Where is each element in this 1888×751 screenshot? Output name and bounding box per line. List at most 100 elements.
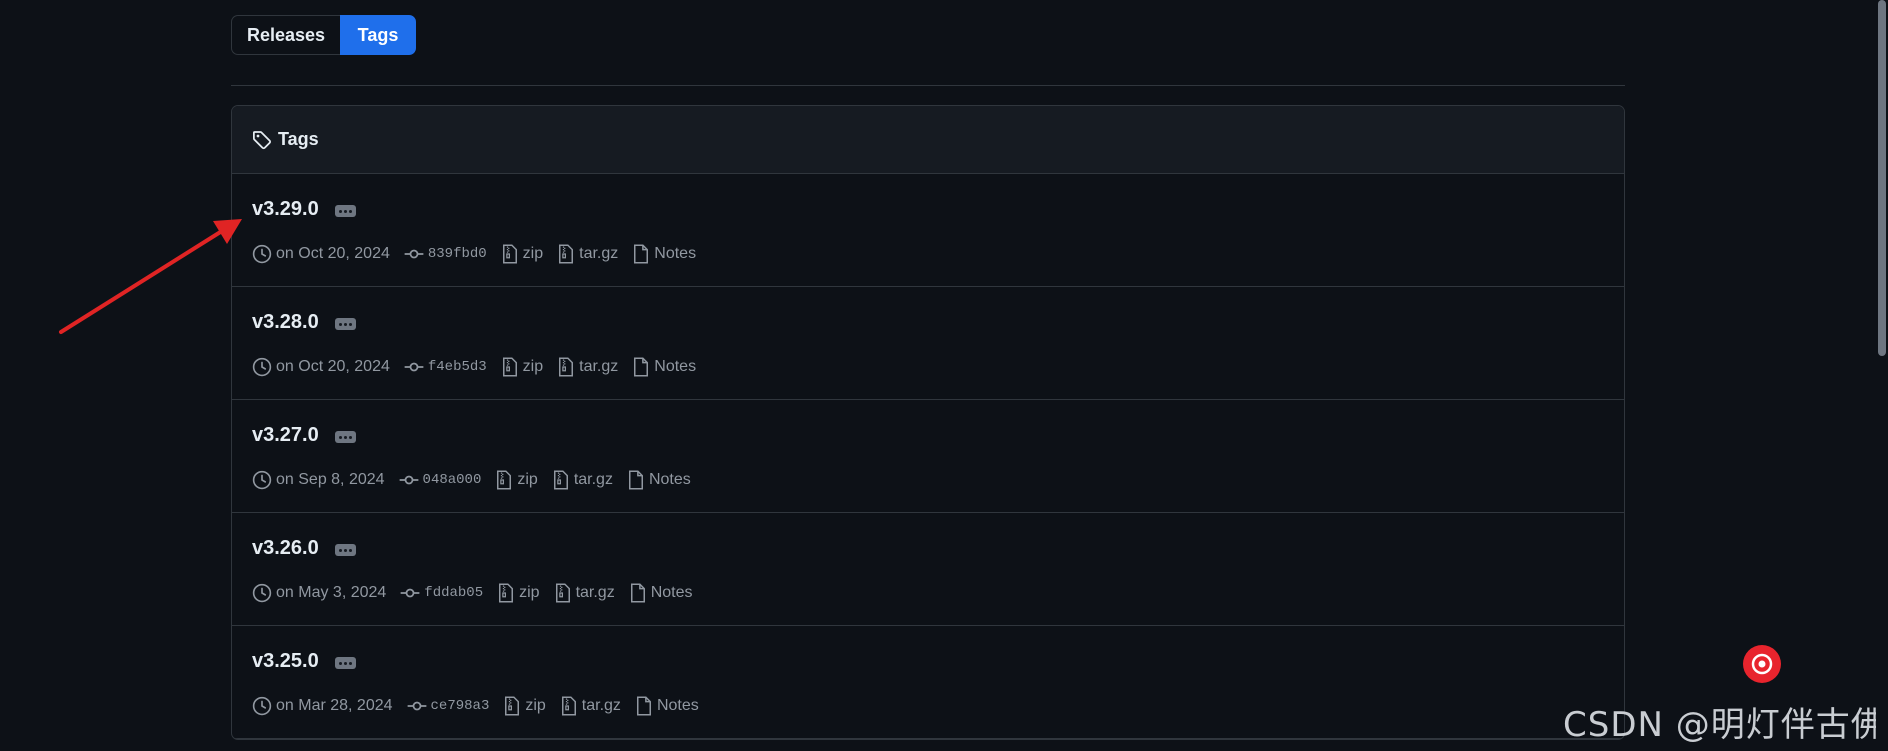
clock-icon: [252, 696, 272, 716]
tags-tab[interactable]: Tags: [340, 15, 416, 55]
tag-targz-link[interactable]: tar.gz: [552, 470, 613, 490]
tag-commit-link[interactable]: fddab05: [400, 583, 483, 603]
watermark: CSDN @明灯伴古佛: [1563, 705, 1886, 745]
tag-targz-link[interactable]: tar.gz: [557, 244, 618, 264]
git-commit-icon: [404, 362, 424, 372]
tag-targz-label[interactable]: tar.gz: [576, 584, 615, 602]
tag-commit-link[interactable]: 839fbd0: [404, 244, 487, 264]
tag-targz-label[interactable]: tar.gz: [579, 358, 618, 376]
tag-notes-link[interactable]: Notes: [632, 357, 696, 377]
file-zip-icon: [559, 244, 574, 264]
file-icon: [634, 357, 649, 377]
tag-row: v3.27.0 on Sep 8, 2024 048a000 zip tar.g…: [232, 400, 1624, 513]
tag-zip-label[interactable]: zip: [523, 358, 543, 376]
tag-targz-link[interactable]: tar.gz: [557, 357, 618, 377]
file-zip-icon: [561, 696, 576, 716]
tag-zip-link[interactable]: zip: [497, 583, 540, 603]
tag-meta: on Sep 8, 2024 048a000 zip tar.gz Notes: [252, 470, 705, 490]
tag-name-link[interactable]: v3.27.0: [252, 424, 319, 447]
tag-targz-label[interactable]: tar.gz: [574, 471, 613, 489]
tag-zip-link[interactable]: zip: [495, 470, 538, 490]
file-icon: [630, 583, 645, 603]
scrollbar-thumb[interactable]: [1878, 0, 1886, 356]
tag-targz-label[interactable]: tar.gz: [582, 697, 621, 715]
file-icon: [628, 470, 643, 490]
file-zip-icon: [502, 244, 517, 264]
git-commit-icon: [400, 588, 420, 598]
divider: [231, 85, 1625, 86]
tag-zip-link[interactable]: zip: [503, 696, 546, 716]
file-zip-icon: [497, 470, 512, 490]
tag-commit-link[interactable]: f4eb5d3: [404, 357, 487, 377]
tag-notes-label[interactable]: Notes: [657, 697, 699, 715]
tag-date-text: on Mar 28, 2024: [276, 697, 393, 714]
file-zip-icon: [505, 696, 520, 716]
tag-name-link[interactable]: v3.25.0: [252, 650, 319, 673]
file-zip-icon: [553, 470, 568, 490]
tag-commit-link[interactable]: 048a000: [399, 470, 482, 490]
tag-meta: on May 3, 2024 fddab05 zip tar.gz Notes: [252, 583, 707, 603]
releases-tab[interactable]: Releases: [231, 15, 340, 55]
tags-box-header: Tags: [232, 106, 1624, 174]
tag-targz-link[interactable]: tar.gz: [560, 696, 621, 716]
tag-icon: [253, 130, 271, 149]
tag-name-link[interactable]: v3.28.0: [252, 311, 319, 334]
tag-commit-sha[interactable]: ce798a3: [431, 698, 490, 714]
tags-page: Releases Tags Tags v3.29.0 on Oct 20, 20…: [231, 15, 1625, 740]
tag-zip-label[interactable]: zip: [523, 245, 543, 263]
kebab-horizontal-icon[interactable]: [334, 318, 356, 330]
tags-box: Tags v3.29.0 on Oct 20, 2024 839fbd0 zip…: [231, 105, 1625, 740]
tag-meta: on Mar 28, 2024 ce798a3 zip tar.gz Notes: [252, 696, 713, 716]
tag-notes-link[interactable]: Notes: [629, 583, 693, 603]
tag-date: on Oct 20, 2024: [252, 357, 390, 377]
tag-zip-label[interactable]: zip: [517, 471, 537, 489]
file-icon: [636, 696, 651, 716]
tag-notes-link[interactable]: Notes: [635, 696, 699, 716]
tag-name-link[interactable]: v3.26.0: [252, 537, 319, 560]
tag-zip-link[interactable]: zip: [501, 357, 543, 377]
tag-row: v3.26.0 on May 3, 2024 fddab05 zip tar.g…: [232, 513, 1624, 626]
csdn-logo-icon[interactable]: [1743, 645, 1781, 683]
tag-list: v3.29.0 on Oct 20, 2024 839fbd0 zip tar.…: [232, 174, 1624, 739]
tag-zip-link[interactable]: zip: [501, 244, 543, 264]
tag-commit-link[interactable]: ce798a3: [407, 696, 490, 716]
clock-icon: [252, 244, 272, 264]
tag-notes-label[interactable]: Notes: [654, 358, 696, 376]
kebab-horizontal-icon[interactable]: [334, 205, 356, 217]
tag-title-line: v3.26.0: [252, 537, 356, 560]
tag-commit-sha[interactable]: 839fbd0: [428, 246, 487, 262]
tag-zip-label[interactable]: zip: [519, 584, 539, 602]
tag-commit-sha[interactable]: 048a000: [423, 472, 482, 488]
tag-zip-label[interactable]: zip: [525, 697, 545, 715]
tag-name-link[interactable]: v3.29.0: [252, 198, 319, 221]
kebab-horizontal-icon[interactable]: [334, 657, 356, 669]
releases-tags-toggle: Releases Tags: [231, 15, 416, 55]
tag-notes-label[interactable]: Notes: [654, 245, 696, 263]
tag-title-line: v3.29.0: [252, 198, 356, 221]
kebab-horizontal-icon[interactable]: [334, 544, 356, 556]
tag-notes-label[interactable]: Notes: [649, 471, 691, 489]
tag-commit-sha[interactable]: f4eb5d3: [428, 359, 487, 375]
tag-notes-label[interactable]: Notes: [651, 584, 693, 602]
tag-targz-label[interactable]: tar.gz: [579, 245, 618, 263]
file-zip-icon: [499, 583, 514, 603]
tag-notes-link[interactable]: Notes: [627, 470, 691, 490]
clock-icon: [252, 583, 272, 603]
tag-row: v3.28.0 on Oct 20, 2024 f4eb5d3 zip tar.…: [232, 287, 1624, 400]
tag-notes-link[interactable]: Notes: [632, 244, 696, 264]
git-commit-icon: [407, 701, 426, 711]
tag-date-text: on May 3, 2024: [276, 584, 387, 601]
tag-date: on Sep 8, 2024: [252, 470, 385, 490]
scrollbar[interactable]: [1876, 0, 1888, 751]
file-zip-icon: [555, 583, 570, 603]
clock-icon: [252, 470, 272, 490]
tag-date-text: on Sep 8, 2024: [276, 471, 385, 488]
tag-commit-sha[interactable]: fddab05: [424, 585, 483, 601]
kebab-horizontal-icon[interactable]: [334, 431, 356, 443]
tag-date: on May 3, 2024: [252, 583, 386, 603]
tags-box-title: Tags: [278, 129, 319, 149]
tag-targz-link[interactable]: tar.gz: [554, 583, 615, 603]
clock-icon: [252, 357, 272, 377]
tag-date-text: on Oct 20, 2024: [276, 245, 390, 262]
tag-title-line: v3.27.0: [252, 424, 356, 447]
